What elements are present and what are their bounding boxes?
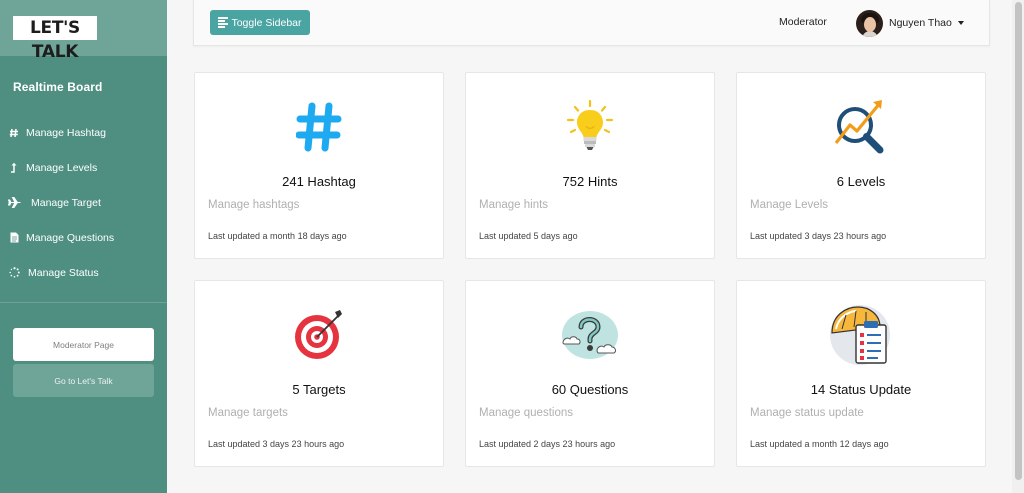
- sidebar-item-label: Manage Questions: [26, 231, 115, 244]
- card-updated: Last updated 3 days 23 hours ago: [208, 439, 345, 449]
- card-status-update[interactable]: 14 Status Update Manage status update La…: [736, 280, 986, 467]
- target-icon: [195, 303, 443, 367]
- card-targets[interactable]: 5 Targets Manage targets Last updated 3 …: [194, 280, 444, 467]
- board-title: Realtime Board: [13, 80, 103, 94]
- app-logo[interactable]: LET'S TALK: [13, 16, 97, 62]
- card-hints[interactable]: 752 Hints Manage hints Last updated 5 da…: [465, 72, 715, 259]
- card-title: 60 Questions: [551, 382, 629, 397]
- card-title: 6 Levels: [836, 174, 886, 189]
- sidebar-item-status[interactable]: Manage Status: [0, 255, 167, 290]
- sidebar: LET'S TALK Realtime Board Manage Hashtag…: [0, 0, 167, 493]
- card-title: 5 Targets: [292, 382, 346, 397]
- user-role: Moderator: [779, 16, 827, 28]
- toggle-sidebar-button[interactable]: Toggle Sidebar: [210, 10, 310, 35]
- card-questions[interactable]: 60 Questions Manage questions Last updat…: [465, 280, 715, 467]
- sidebar-item-label: Manage Status: [28, 266, 99, 279]
- caret-down-icon: [957, 21, 964, 25]
- user-name: Nguyen Thao: [889, 17, 952, 29]
- chart-magnifier-icon: [737, 95, 985, 159]
- status-clipboard-icon: [737, 303, 985, 367]
- card-title: 752 Hints: [562, 174, 618, 189]
- card-updated: Last updated 3 days 23 hours ago: [750, 231, 887, 241]
- go-to-lets-talk-button[interactable]: Go to Let's Talk: [13, 364, 154, 397]
- card-updated: Last updated a month 12 days ago: [750, 439, 889, 449]
- question-cloud-icon: [466, 303, 714, 367]
- card-updated: Last updated 5 days ago: [479, 231, 578, 241]
- hashtag-icon: [195, 95, 443, 159]
- logo-area: LET'S TALK: [0, 0, 167, 62]
- card-levels[interactable]: 6 Levels Manage Levels Last updated 3 da…: [736, 72, 986, 259]
- hash-icon: [6, 125, 22, 141]
- card-updated: Last updated 2 days 23 hours ago: [479, 439, 616, 449]
- toggle-sidebar-label: Toggle Sidebar: [231, 16, 302, 29]
- moderator-page-button[interactable]: Moderator Page: [13, 328, 154, 361]
- document-icon: [6, 230, 22, 246]
- lightbulb-icon: [466, 95, 714, 159]
- card-subtitle[interactable]: Manage hints: [479, 199, 548, 211]
- sidebar-item-levels[interactable]: Manage Levels: [0, 150, 167, 185]
- sidebar-item-questions[interactable]: Manage Questions: [0, 220, 167, 255]
- scrollbar-thumb[interactable]: [1015, 2, 1022, 480]
- topbar: Toggle Sidebar Moderator Nguyen Thao: [193, 0, 990, 46]
- sidebar-nav: Manage Hashtag Manage Levels Manage Targ…: [0, 115, 167, 290]
- sidebar-item-label: Manage Target: [31, 196, 101, 209]
- card-subtitle[interactable]: Manage Levels: [750, 199, 828, 211]
- card-hashtag[interactable]: 241 Hashtag Manage hashtags Last updated…: [194, 72, 444, 259]
- card-subtitle[interactable]: Manage status update: [750, 407, 864, 419]
- avatar: [856, 9, 883, 37]
- sidebar-item-hashtag[interactable]: Manage Hashtag: [0, 115, 167, 150]
- plane-icon: [6, 195, 22, 211]
- sidebar-item-target[interactable]: Manage Target: [0, 185, 167, 220]
- spinner-icon: [6, 265, 22, 281]
- level-up-icon: [6, 160, 22, 176]
- card-subtitle[interactable]: Manage hashtags: [208, 199, 299, 211]
- sidebar-item-label: Manage Hashtag: [26, 126, 106, 139]
- card-subtitle[interactable]: Manage questions: [479, 407, 573, 419]
- menu-icon: [218, 15, 229, 29]
- user-menu[interactable]: Nguyen Thao: [856, 9, 964, 37]
- card-title: 14 Status Update: [810, 382, 912, 397]
- card-subtitle[interactable]: Manage targets: [208, 407, 288, 419]
- sidebar-divider: [0, 302, 167, 303]
- card-title: 241 Hashtag: [282, 174, 356, 189]
- card-updated: Last updated a month 18 days ago: [208, 231, 347, 241]
- sidebar-item-label: Manage Levels: [26, 161, 98, 174]
